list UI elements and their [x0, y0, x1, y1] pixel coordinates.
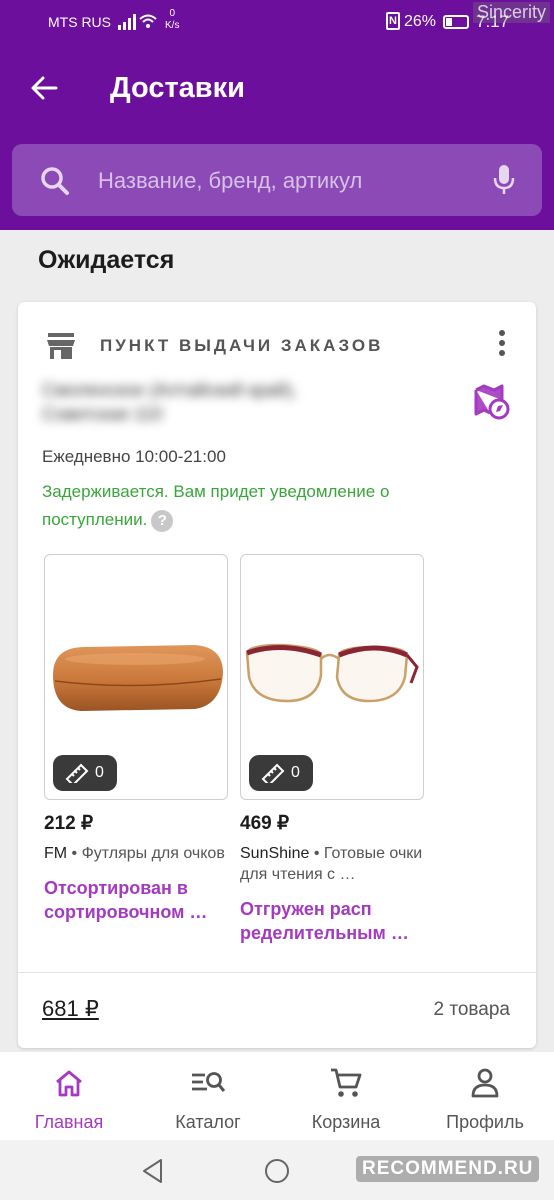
- product-price: 469 ₽: [240, 813, 290, 834]
- search-placeholder: Название, бренд, артикул: [98, 168, 363, 193]
- product-card[interactable]: 0 469 ₽ SunShine • Готовые очки для чтен…: [240, 554, 424, 945]
- delivery-card: ПУНКТ ВЫДАЧИ ЗАКАЗОВ Смоленское (Алтайск…: [18, 302, 536, 1048]
- page-title: Доставки: [110, 72, 245, 104]
- status-bar: MTS RUS 0 K/s N 26% 7:17: [0, 0, 554, 44]
- search-input[interactable]: Название, бренд, артикул: [12, 144, 542, 216]
- system-home-icon[interactable]: [263, 1157, 291, 1185]
- product-image-glasses-case[interactable]: 0: [44, 554, 228, 800]
- product-status: Отсортирован в сортировочном …: [44, 878, 208, 922]
- cart-icon: [331, 1068, 362, 1097]
- nav-item-profile[interactable]: Профиль: [430, 1066, 540, 1133]
- store-icon: [47, 333, 75, 359]
- map-compass-icon[interactable]: [474, 384, 510, 420]
- search-icon: [41, 167, 69, 195]
- product-card[interactable]: 0 212 ₽ FM • Футляры для очков Отсортиро…: [44, 554, 228, 924]
- pickup-point-label: ПУНКТ ВЫДАЧИ ЗАКАЗОВ: [100, 336, 384, 355]
- fitting-badge: 0: [249, 755, 313, 791]
- product-description: SunShine • Готовые очки для чтения с …: [240, 845, 423, 883]
- ruler-icon: [65, 763, 89, 783]
- pickup-address: Смоленское (Алтайский край), Советская 1…: [42, 380, 298, 424]
- working-hours: Ежедневно 10:00-21:00: [42, 447, 226, 466]
- bottom-navigation: Главная Каталог Корзина Профиль: [0, 1052, 554, 1140]
- app-bar: Доставки Название, бренд, артикул: [0, 44, 554, 230]
- nav-item-catalog[interactable]: Каталог: [153, 1066, 263, 1133]
- watermark-bottom: RECOMMEND.RU: [356, 1156, 540, 1182]
- profile-icon: [471, 1068, 499, 1098]
- order-total[interactable]: 681 ₽: [42, 996, 99, 1022]
- product-image-reading-glasses[interactable]: 0: [240, 554, 424, 800]
- product-description: FM • Футляры для очков: [44, 845, 225, 862]
- fitting-badge: 0: [53, 755, 117, 791]
- home-icon: [56, 1070, 82, 1097]
- divider: [18, 972, 536, 973]
- battery-icon: [443, 15, 469, 29]
- product-price: 212 ₽: [44, 813, 94, 834]
- product-status: Отгружен расп ределительным …: [240, 899, 409, 943]
- ruler-icon: [261, 763, 285, 783]
- microphone-icon[interactable]: [492, 164, 516, 196]
- signal-wifi-icon: [118, 14, 157, 30]
- system-back-icon[interactable]: [141, 1158, 165, 1184]
- catalog-search-icon: [192, 1072, 225, 1092]
- watermark-top: Sincerity: [472, 2, 550, 23]
- network-speed: 0 K/s: [165, 8, 180, 31]
- carrier-name: MTS RUS: [48, 14, 111, 30]
- help-icon[interactable]: ?: [151, 509, 174, 532]
- items-count: 2 товара: [433, 999, 510, 1020]
- battery-percent: 26%: [404, 13, 437, 30]
- nfc-icon: N: [386, 12, 400, 30]
- nav-item-cart[interactable]: Корзина: [291, 1066, 401, 1133]
- back-arrow-icon[interactable]: [28, 72, 60, 104]
- more-options-icon[interactable]: [496, 330, 508, 358]
- section-title: Ожидается: [38, 246, 175, 274]
- nav-item-home[interactable]: Главная: [14, 1066, 124, 1133]
- delay-notice: Задерживается. Вам придет уведомление о …: [42, 478, 472, 534]
